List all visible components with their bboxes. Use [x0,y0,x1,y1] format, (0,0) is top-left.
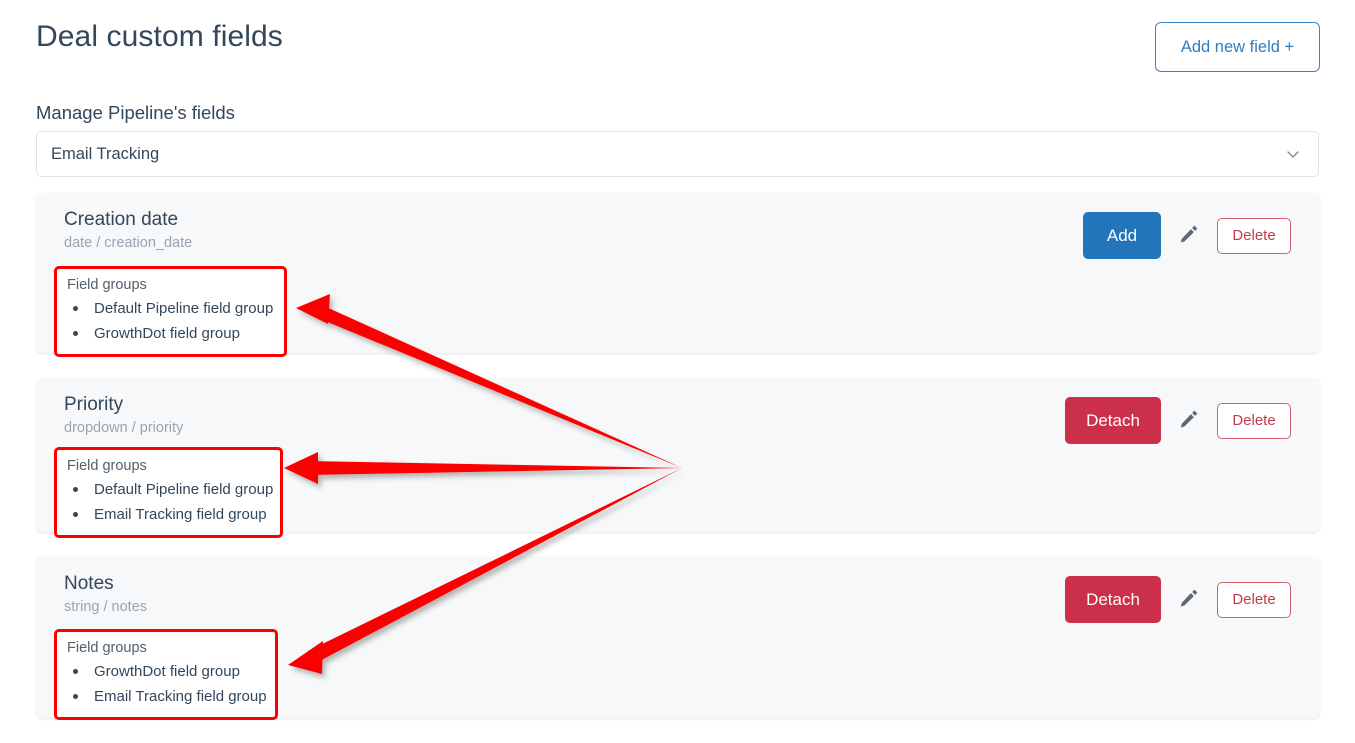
field-groups-box: Field groups GrowthDot field group Email… [54,629,278,720]
field-name: Priority [64,394,124,415]
pipeline-select-value: Email Tracking [51,144,160,163]
pencil-icon [1178,408,1200,433]
field-groups-title: Field groups [67,640,147,656]
detach-field-button[interactable]: Detach [1065,397,1161,444]
field-card: Notes string / notes Field groups Growth… [36,557,1320,720]
field-groups-list: Default Pipeline field group Email Track… [67,477,273,527]
field-name: Notes [64,573,114,594]
field-groups-title: Field groups [67,277,147,293]
pencil-icon [1178,223,1200,248]
edit-field-button[interactable] [1165,401,1213,441]
field-cards-list: Creation date date / creation_date Field… [36,193,1320,743]
edit-field-button[interactable] [1165,216,1213,256]
delete-field-button[interactable]: Delete [1217,581,1291,618]
field-card: Priority dropdown / priority Field group… [36,378,1320,538]
field-group-item: GrowthDot field group [67,659,265,684]
field-groups-list: GrowthDot field group Email Tracking fie… [67,659,267,709]
field-actions: Add Delete [1083,212,1291,259]
page-title: Deal custom fields [36,20,283,53]
delete-field-button[interactable]: Delete [1217,402,1291,439]
field-actions: Detach Delete [1065,397,1291,444]
add-field-button[interactable]: Add [1083,212,1161,259]
field-groups-list: Default Pipeline field group GrowthDot f… [67,296,274,346]
field-type-key: string / notes [64,599,148,615]
field-type-key: dropdown / priority [64,420,184,436]
manage-pipeline-fields-label: Manage Pipeline's fields [36,102,235,123]
chevron-down-icon [1285,146,1301,162]
pipeline-select[interactable]: Email Tracking [36,131,1319,177]
field-groups-title: Field groups [67,458,147,474]
add-new-field-button[interactable]: Add new field + [1155,22,1320,72]
field-group-item: Email Tracking field group [67,502,270,527]
field-group-item: GrowthDot field group [67,321,274,346]
page-header: Deal custom fields Add new field + [36,18,1320,80]
field-card: Creation date date / creation_date Field… [36,193,1320,357]
field-group-item: Default Pipeline field group [67,296,274,321]
field-type-key: date / creation_date [64,235,193,251]
delete-field-button[interactable]: Delete [1217,217,1291,254]
field-name: Creation date [64,209,179,230]
detach-field-button[interactable]: Detach [1065,576,1161,623]
field-group-item: Email Tracking field group [67,684,267,709]
field-groups-box: Field groups Default Pipeline field grou… [54,447,283,538]
field-groups-box: Field groups Default Pipeline field grou… [54,266,287,357]
edit-field-button[interactable] [1165,580,1213,620]
field-actions: Detach Delete [1065,576,1291,623]
pencil-icon [1178,587,1200,612]
field-group-item: Default Pipeline field group [67,477,273,502]
